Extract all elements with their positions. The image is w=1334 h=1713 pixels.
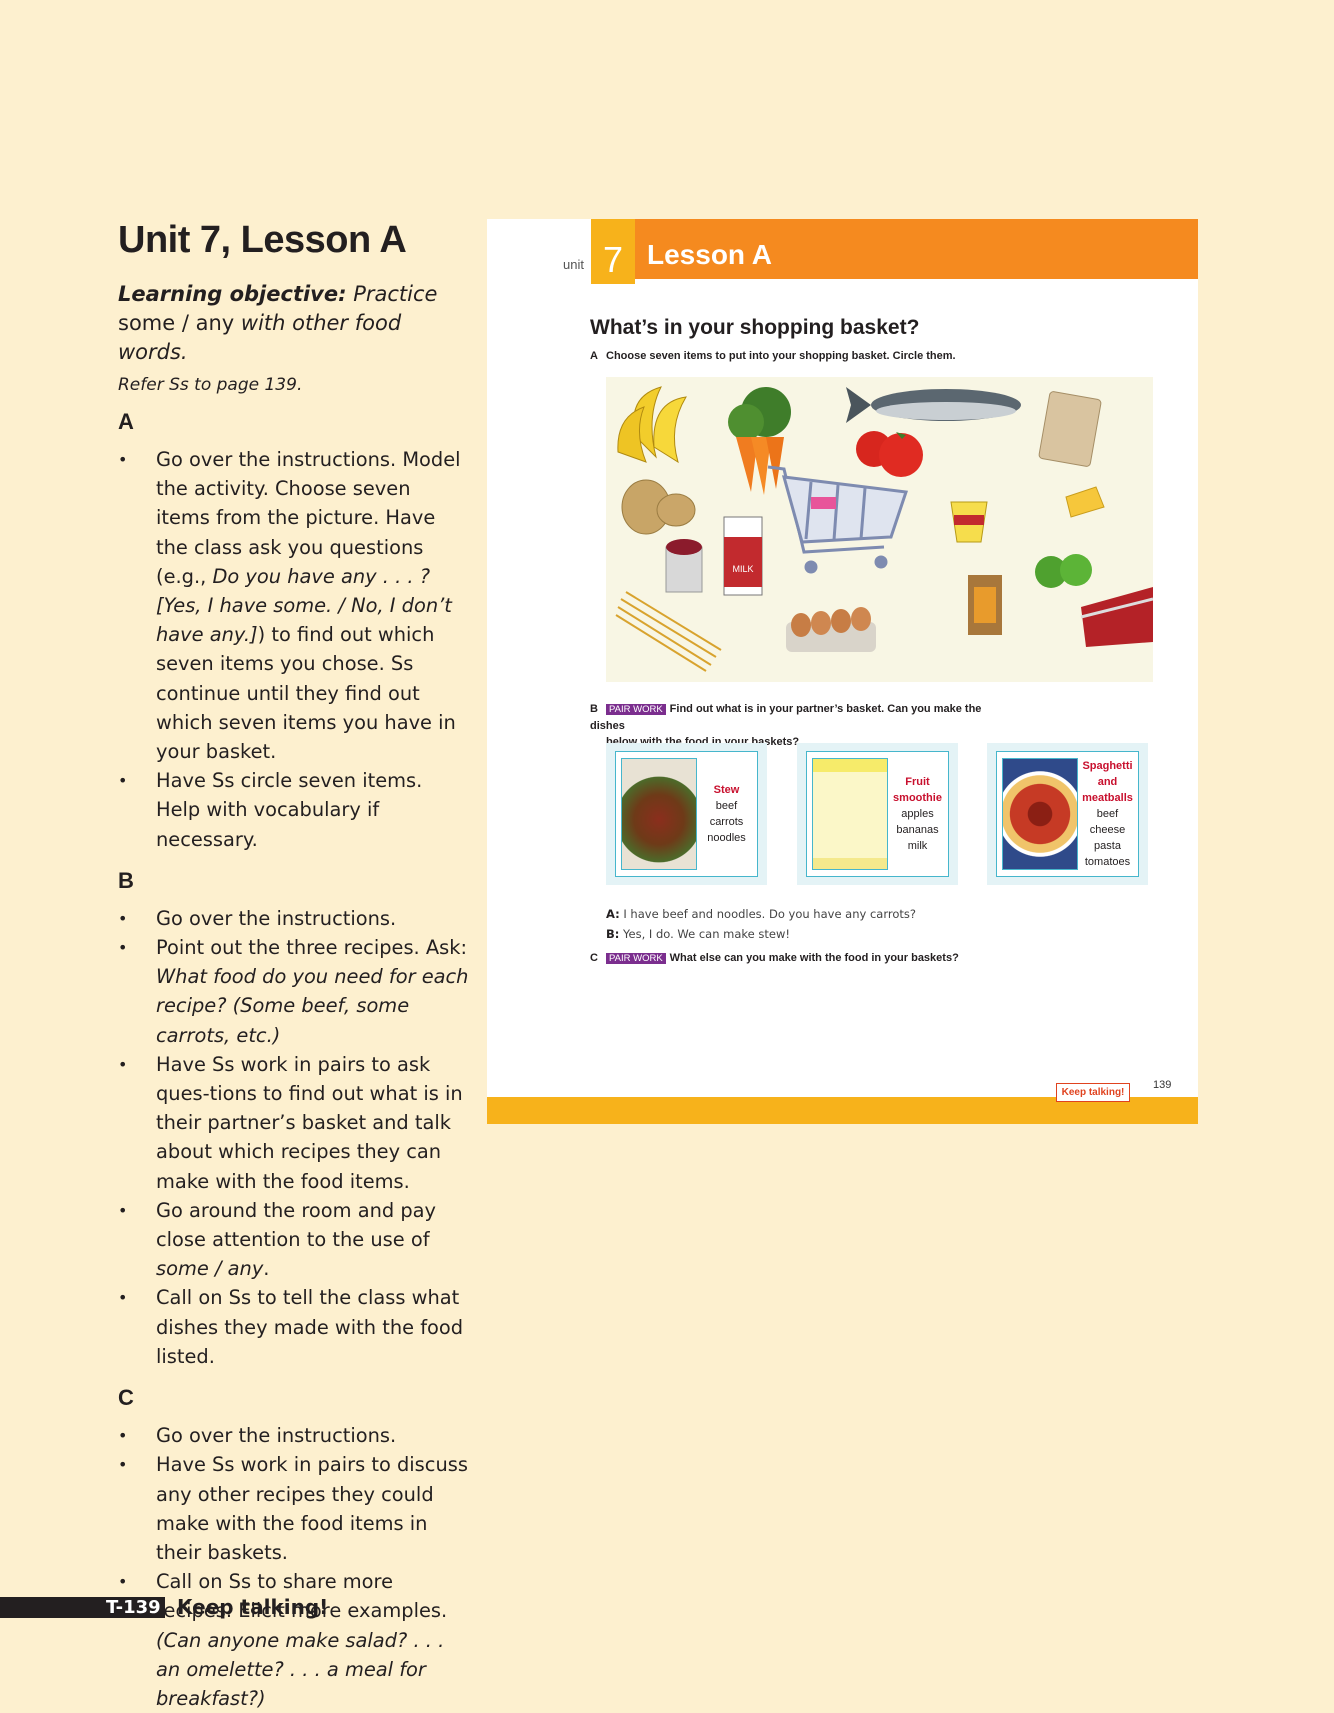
section-a-heading: A (118, 409, 134, 434)
lesson-header: unit 7 Lesson A (487, 219, 1198, 284)
exercise-a-text: Choose seven items to put into your shop… (606, 350, 956, 362)
recipe-ingredient: carrots (709, 816, 744, 828)
exercise-letter: A (590, 350, 598, 362)
pair-work-badge: PAIR WORK (606, 953, 666, 964)
exercise-a: A Choose seven items to put into your sho… (590, 350, 956, 362)
section-c-heading: C (118, 1385, 134, 1411)
beans-can-image (665, 539, 703, 593)
cheese-image (1065, 486, 1105, 518)
list-item: Go over the instructions. (118, 904, 470, 933)
recipe-card-stew: Stew beef carrots noodles (606, 743, 767, 885)
list-item-italic: some / any (156, 1257, 264, 1281)
objective-text-2: some / any (118, 311, 235, 335)
section-c-list: Go over the instructions. Have Ss work i… (118, 1421, 470, 1713)
pasta-bag-image (1038, 391, 1102, 467)
recipe-name: Stew (713, 784, 740, 796)
spaghetti-image (615, 591, 722, 672)
section-a-list: Go over the instructions. Model the acti… (118, 445, 470, 854)
smoothie-image (812, 758, 888, 870)
recipe-ingredient: cheese (1089, 824, 1126, 836)
list-item: Have Ss circle seven items. Help with vo… (118, 766, 470, 854)
recipe-ingredient: milk (907, 840, 928, 852)
recipe-name: Spaghetti and meatballs (1082, 760, 1133, 804)
packaged-meat-image (1080, 587, 1154, 647)
page-question: What’s in your shopping basket? (590, 316, 920, 339)
list-item-text: . (263, 1257, 270, 1281)
pair-work-badge: PAIR WORK (606, 704, 666, 715)
recipe-ingredient: beef (1096, 808, 1119, 820)
dialog-text: I have beef and noodles. Do you have any… (623, 907, 916, 921)
recipe-card-smoothie: Fruit smoothie apples bananas milk (797, 743, 958, 885)
unit-lesson-title: Unit 7, Lesson A (118, 219, 407, 261)
list-item-italic: What food do you need for each recipe? (… (156, 965, 469, 1047)
recipe-card-frame: Fruit smoothie apples bananas milk (806, 751, 949, 877)
exercise-c-text: What else can you make with the food in … (669, 952, 959, 964)
shopping-cart-image (767, 465, 909, 574)
apples-image (1035, 554, 1092, 588)
bananas-image (617, 386, 687, 464)
carrots-image (728, 387, 791, 495)
list-item-italic: (Can anyone make salad? . . . an omelett… (156, 1628, 445, 1710)
refer-note: Refer Ss to page 139. (118, 375, 303, 395)
spaghetti-meatballs-image (1002, 758, 1078, 870)
recipe-ingredient: tomatoes (1084, 856, 1131, 868)
potatoes-image (621, 479, 696, 535)
recipe-ingredient: apples (901, 808, 934, 820)
eggs-image (786, 607, 876, 652)
exercise-c: C PAIR WORK What else can you make with th… (590, 952, 959, 964)
list-item: Go over the instructions. (118, 1421, 470, 1450)
list-item: Call on Ss to share more recipes. Elicit… (118, 1567, 470, 1713)
footer-title: Keep talking! (177, 1595, 329, 1619)
list-item-text: Point out the three recipes. Ask: (156, 936, 467, 960)
exercise-letter: B (590, 703, 598, 715)
recipe-name: Fruit smoothie (893, 776, 942, 804)
recipe-card-spaghetti: Spaghetti and meatballs beef cheese past… (987, 743, 1148, 885)
dialog-line: B: Yes, I do. We can make stew! (606, 924, 916, 944)
recipe-card-frame: Spaghetti and meatballs beef cheese past… (996, 751, 1139, 877)
recipe-text: Spaghetti and meatballs beef cheese past… (1077, 752, 1138, 876)
stew-image (621, 758, 697, 870)
recipe-text: Stew beef carrots noodles (696, 752, 757, 876)
list-item: Go around the room and pay close attenti… (118, 1196, 470, 1284)
unit-number: 7 (591, 219, 635, 284)
milk-carton-image: MILK (723, 516, 763, 596)
dialog-speaker: B: (606, 927, 620, 941)
food-illustration: MILK (615, 386, 1154, 672)
unit-label: unit (563, 257, 584, 272)
list-item: Have Ss work in pairs to ask ques-tions … (118, 1050, 470, 1196)
milk-label: MILK (732, 564, 753, 574)
recipe-ingredient: bananas (896, 824, 939, 836)
recipe-card-frame: Stew beef carrots noodles (615, 751, 758, 877)
list-item: Call on Ss to tell the class what dishes… (118, 1283, 470, 1371)
recipe-ingredient: beef (715, 800, 738, 812)
dialog-text: Yes, I do. We can make stew! (623, 927, 790, 941)
food-items-picture: MILK (606, 377, 1154, 682)
objective-label: Learning objective: (118, 282, 347, 306)
recipe-ingredient: noodles (707, 832, 746, 844)
page-number: 139 (1153, 1079, 1172, 1091)
keep-talking-badge: Keep talking! (1056, 1083, 1130, 1102)
student-book-page: unit 7 Lesson A What’s in your shopping … (487, 219, 1198, 1124)
recipe-text: Fruit smoothie apples bananas milk (887, 752, 948, 876)
list-item-text: Go around the room and pay close attenti… (156, 1198, 437, 1252)
fish-image (846, 387, 1021, 423)
dialog-speaker: A: (606, 907, 620, 921)
list-item: Have Ss work in pairs to discuss any oth… (118, 1450, 470, 1567)
section-b-list: Go over the instructions. Point out the … (118, 904, 470, 1371)
dialog-line: A: I have beef and noodles. Do you have … (606, 904, 916, 924)
tomatoes-image (856, 431, 923, 477)
list-item: Go over the instructions. Model the acti… (118, 445, 470, 766)
noodle-cup-image (950, 501, 988, 543)
objective-text-1: Practice (353, 282, 438, 306)
list-item: Point out the three recipes. Ask: What f… (118, 933, 470, 1050)
section-b-heading: B (118, 867, 134, 893)
recipe-ingredient: pasta (1094, 840, 1121, 852)
learning-objective: Learning objective: Practice some / any … (118, 280, 470, 367)
lesson-title: Lesson A (647, 239, 772, 270)
model-dialog: A: I have beef and noodles. Do you have … (606, 904, 916, 944)
footer-page-code: T-139 (106, 1597, 161, 1618)
teacher-notes: Unit 7, Lesson A Learning objective: Pra… (118, 214, 470, 1713)
cereal-box-image (968, 575, 1002, 635)
exercise-letter: C (590, 952, 598, 964)
